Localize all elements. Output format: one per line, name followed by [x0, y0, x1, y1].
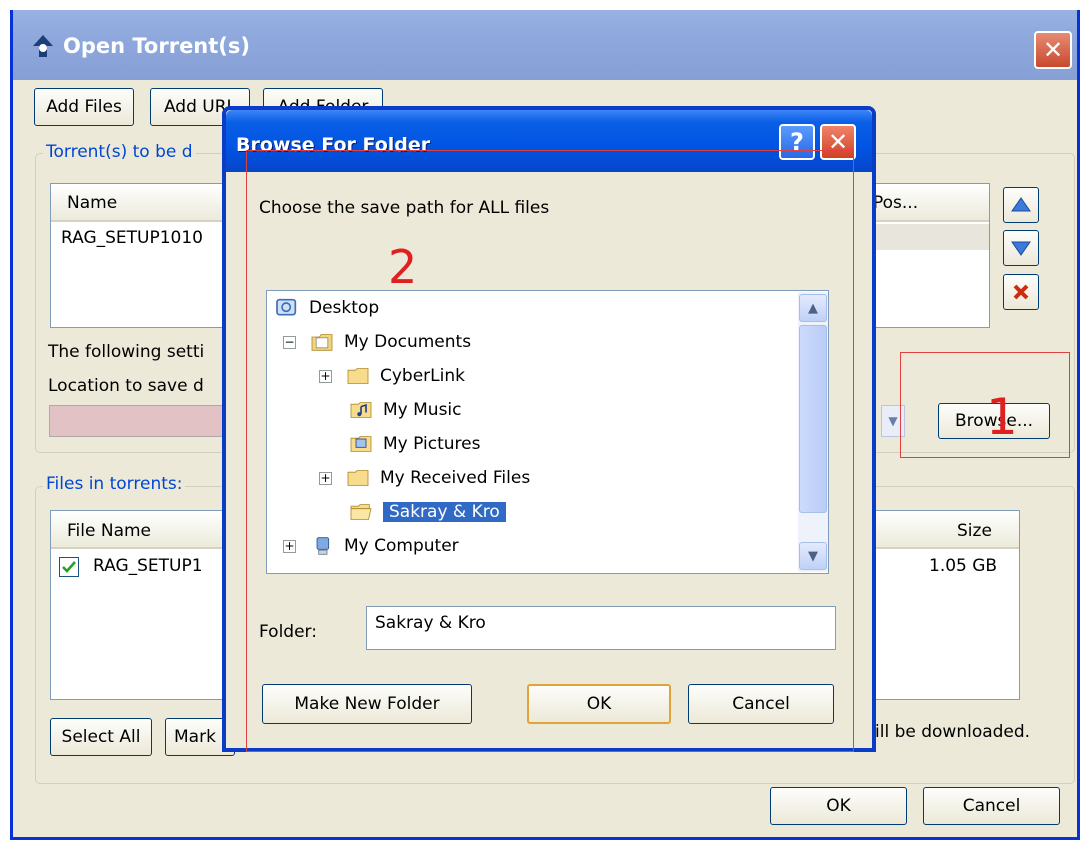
scroll-up-button[interactable]: ▲ — [799, 294, 827, 322]
my-computer-icon — [316, 537, 330, 555]
checkmark-icon — [62, 561, 76, 573]
torrent-row[interactable]: RAG_SETUP1010 — [61, 228, 203, 248]
tree-node-cyberlink[interactable]: + CyberLink — [319, 362, 465, 390]
select-all-button[interactable]: Select All — [50, 718, 152, 756]
tree-label-my-music: My Music — [383, 400, 462, 420]
save-location-input[interactable] — [49, 405, 239, 437]
annotation-number-1: 1 — [986, 388, 1018, 446]
my-music-icon — [350, 402, 372, 418]
tree-node-my-music[interactable]: My Music — [347, 396, 462, 424]
chevron-down-icon: ▼ — [808, 548, 818, 564]
tree-node-my-computer[interactable]: + My Computer — [283, 532, 459, 560]
folder-input[interactable]: Sakray & Kro — [366, 606, 836, 650]
my-pictures-icon — [350, 436, 372, 452]
remove-torrent-button[interactable] — [1003, 274, 1039, 310]
tree-label-cyberlink: CyberLink — [380, 366, 465, 386]
column-header-size[interactable]: Size — [957, 521, 992, 541]
cancel-button[interactable]: Cancel — [923, 787, 1060, 825]
tree-label-desktop: Desktop — [309, 298, 380, 318]
file-row-name[interactable]: RAG_SETUP1 — [93, 556, 203, 576]
utorrent-icon — [33, 35, 53, 57]
column-header-name[interactable]: Name — [67, 193, 117, 213]
folder-icon — [347, 368, 369, 384]
folder-label: Folder: — [259, 622, 317, 642]
arrow-up-icon — [1011, 197, 1031, 212]
tree-scrollbar[interactable]: ▲ ▼ — [798, 292, 828, 572]
folder-icon — [347, 470, 369, 486]
tree-label-my-documents: My Documents — [344, 332, 472, 352]
column-header-file-name[interactable]: File Name — [67, 521, 151, 541]
chevron-down-icon: ▼ — [888, 414, 898, 428]
location-label: Location to save d — [48, 376, 204, 396]
move-up-button[interactable] — [1003, 187, 1039, 223]
file-row-size: 1.05 GB — [929, 556, 998, 576]
outer-window-title: Open Torrent(s) — [63, 34, 250, 58]
add-files-button[interactable]: Add Files — [34, 88, 134, 126]
expand-expander[interactable]: + — [283, 539, 296, 553]
files-group-label: Files in torrents: — [43, 474, 186, 494]
remove-icon — [1013, 284, 1029, 300]
expand-expander[interactable]: + — [319, 369, 332, 383]
pos-cell — [871, 224, 989, 250]
move-down-button[interactable] — [1003, 230, 1039, 266]
instruction-text: Choose the save path for ALL files — [259, 198, 550, 218]
annotation-number-2: 2 — [388, 240, 418, 294]
outer-close-button[interactable]: ✕ — [1034, 31, 1072, 69]
browse-for-folder-dialog: Browse For Folder ? ✕ Choose the save pa… — [222, 106, 876, 752]
desktop-icon — [276, 298, 297, 316]
ok-button[interactable]: OK — [770, 787, 907, 825]
torrents-group-label: Torrent(s) to be d — [43, 142, 196, 162]
tree-node-my-documents[interactable]: − My Documents — [283, 328, 471, 356]
my-documents-icon — [311, 334, 333, 351]
make-new-folder-button[interactable]: Make New Folder — [262, 684, 472, 724]
dialog-cancel-button[interactable]: Cancel — [688, 684, 834, 724]
folder-open-icon — [350, 504, 372, 520]
tree-node-desktop[interactable]: Desktop — [273, 294, 379, 322]
tree-label-my-received-files: My Received Files — [380, 468, 531, 488]
arrow-down-icon — [1011, 241, 1031, 256]
annotation-box-1 — [900, 352, 1070, 458]
tree-label-my-pictures: My Pictures — [383, 434, 481, 454]
scroll-thumb[interactable] — [799, 325, 827, 513]
tree-node-my-received-files[interactable]: + My Received Files — [319, 464, 530, 492]
tree-label-sakray-kro: Sakray & Kro — [383, 502, 506, 522]
download-note: ill be downloaded. — [875, 722, 1031, 742]
column-header-pos[interactable]: Pos... — [873, 193, 918, 213]
expand-expander[interactable]: + — [319, 471, 332, 485]
tree-node-sakray-kro[interactable]: Sakray & Kro — [347, 498, 506, 526]
chevron-up-icon: ▲ — [808, 300, 818, 316]
settings-text: The following setti — [48, 342, 205, 362]
scroll-down-button[interactable]: ▼ — [799, 542, 827, 570]
collapse-expander[interactable]: − — [283, 335, 296, 349]
file-checkbox[interactable] — [59, 557, 79, 577]
dialog-ok-button[interactable]: OK — [527, 684, 671, 724]
tree-label-my-computer: My Computer — [344, 536, 459, 556]
folder-tree[interactable]: Desktop − My Documents + CyberLink My Mu… — [266, 290, 829, 574]
tree-node-my-pictures[interactable]: My Pictures — [347, 430, 480, 458]
